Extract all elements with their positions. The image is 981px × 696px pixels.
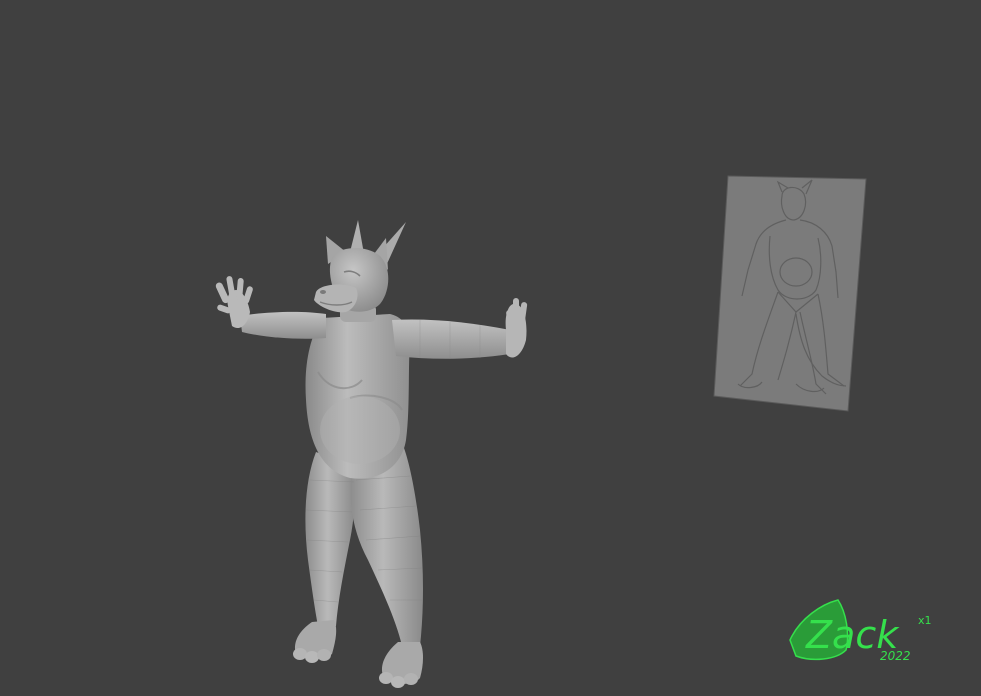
- left-leg: [305, 452, 355, 626]
- right-hand: [505, 298, 528, 358]
- character-model[interactable]: [215, 220, 528, 688]
- signature-superscript: x1: [918, 614, 932, 627]
- viewport-canvas[interactable]: Zack x1 2022: [0, 0, 981, 696]
- left-foot: [293, 620, 337, 663]
- right-foot: [379, 642, 423, 688]
- right-arm: [392, 319, 510, 359]
- left-arm: [240, 311, 326, 339]
- artist-signature: Zack x1 2022: [789, 599, 932, 663]
- snout: [314, 284, 358, 313]
- reference-image-plane[interactable]: [713, 175, 867, 412]
- 3d-viewport[interactable]: Zack x1 2022: [0, 0, 981, 696]
- signature-year: 2022: [880, 649, 911, 663]
